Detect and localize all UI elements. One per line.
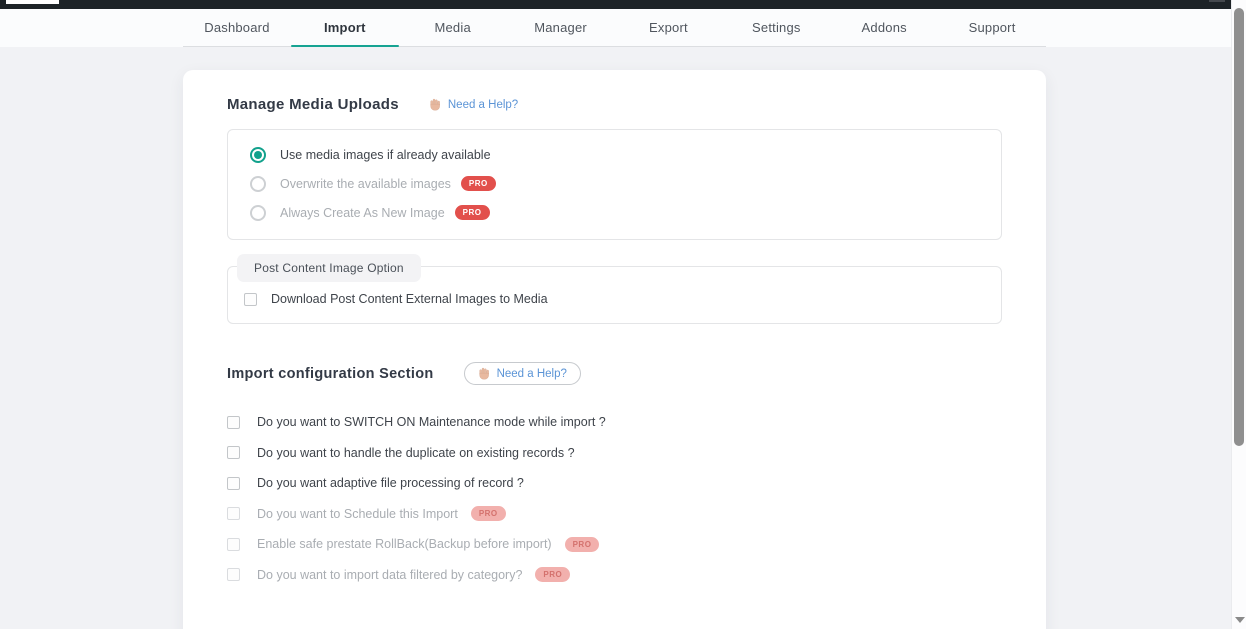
checkbox-label: Do you want to handle the duplicate on e… [257, 446, 575, 460]
tab-import[interactable]: Import [291, 9, 399, 46]
tab-manager[interactable]: Manager [507, 9, 615, 46]
tab-addons[interactable]: Addons [830, 9, 938, 46]
checkbox-label: Do you want adaptive file processing of … [257, 476, 524, 490]
checkbox-label: Do you want to SWITCH ON Maintenance mod… [257, 415, 606, 429]
checkbox-row-download-external-images[interactable]: Download Post Content External Images to… [244, 291, 1001, 307]
radio-label: Overwrite the available images [280, 177, 451, 191]
tab-media[interactable]: Media [399, 9, 507, 46]
avatar[interactable] [1209, 0, 1225, 2]
checkbox-row-adaptive-file-processing[interactable]: Do you want adaptive file processing of … [227, 468, 1002, 499]
adminbar-site-name[interactable]: g settin [6, 0, 59, 4]
checkbox-unchecked[interactable] [227, 507, 240, 520]
tab-settings[interactable]: Settings [722, 9, 830, 46]
pro-badge: PRO [471, 506, 506, 521]
checkbox-unchecked[interactable] [227, 538, 240, 551]
post-content-image-option-tag: Post Content Image Option [237, 254, 421, 282]
checkbox-label: Do you want to import data filtered by c… [257, 568, 522, 582]
raised-hand-icon [478, 367, 491, 380]
import-settings-card: Manage Media Uploads Need a Help? [183, 70, 1046, 629]
scrollbar-thumb[interactable] [1234, 8, 1244, 446]
pro-badge: PRO [535, 567, 570, 582]
radio-label: Always Create As New Image [280, 206, 445, 220]
scrollbar-track[interactable] [1231, 0, 1246, 629]
tab-bar: Dashboard Import Media Manager Export Se… [183, 9, 1046, 47]
tab-support[interactable]: Support [938, 9, 1046, 46]
need-help-label: Need a Help? [497, 368, 567, 380]
checkbox-row-schedule-import[interactable]: Do you want to Schedule this Import PRO [227, 499, 1002, 530]
need-help-pill-button[interactable]: Need a Help? [464, 362, 581, 385]
checkbox-label: Enable safe prestate RollBack(Backup bef… [257, 537, 552, 551]
tab-dashboard[interactable]: Dashboard [183, 9, 291, 46]
checkbox-row-maintenance-mode[interactable]: Do you want to SWITCH ON Maintenance mod… [227, 407, 1002, 438]
checkbox-unchecked[interactable] [227, 446, 240, 459]
raised-hand-icon [429, 98, 442, 111]
pro-badge: PRO [461, 176, 496, 191]
radio-row-overwrite-images[interactable]: Overwrite the available images PRO [250, 169, 1001, 198]
checkbox-label: Do you want to Schedule this Import [257, 507, 458, 521]
scrollbar-down-arrow-icon[interactable] [1235, 617, 1245, 623]
section-title-import-configuration: Import configuration Section [227, 366, 434, 382]
radio-button[interactable] [250, 205, 266, 221]
radio-button-checked[interactable] [250, 147, 266, 163]
radio-row-always-create-new[interactable]: Always Create As New Image PRO [250, 198, 1001, 227]
need-help-link[interactable]: Need a Help? [429, 98, 518, 111]
import-config-checkbox-list: Do you want to SWITCH ON Maintenance mod… [227, 407, 1002, 590]
checkbox-row-handle-duplicate[interactable]: Do you want to handle the duplicate on e… [227, 438, 1002, 469]
checkbox-label: Download Post Content External Images to… [271, 292, 548, 306]
pro-badge: PRO [565, 537, 600, 552]
pro-badge: PRO [455, 205, 490, 220]
post-content-image-option-box: Post Content Image Option Download Post … [227, 266, 1002, 324]
tab-export[interactable]: Export [615, 9, 723, 46]
checkbox-unchecked[interactable] [227, 416, 240, 429]
radio-button[interactable] [250, 176, 266, 192]
need-help-label: Need a Help? [448, 99, 518, 111]
radio-label: Use media images if already available [280, 148, 491, 162]
section-title-manage-media-uploads: Manage Media Uploads [227, 96, 399, 113]
checkbox-row-safe-prestate-rollback[interactable]: Enable safe prestate RollBack(Backup bef… [227, 529, 1002, 560]
radio-row-use-media-images[interactable]: Use media images if already available [250, 140, 1001, 169]
checkbox-unchecked[interactable] [227, 477, 240, 490]
wp-admin-bar: g settin ↻ 3 0 + New Howdy, admin [0, 0, 1231, 9]
checkbox-unchecked[interactable] [244, 293, 257, 306]
checkbox-unchecked[interactable] [227, 568, 240, 581]
checkbox-row-filter-by-category[interactable]: Do you want to import data filtered by c… [227, 560, 1002, 591]
media-upload-options-box: Use media images if already available Ov… [227, 129, 1002, 240]
plugin-nav-bar: Dashboard Import Media Manager Export Se… [0, 9, 1231, 47]
